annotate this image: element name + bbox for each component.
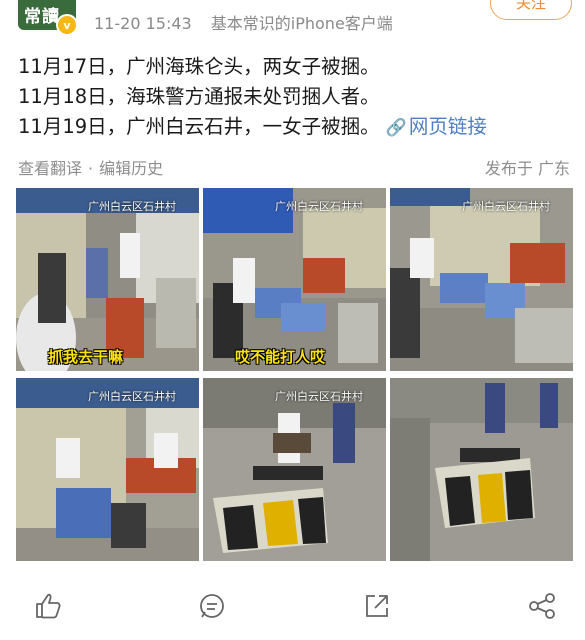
post-content: 11月17日，广州海珠仑头，两女子被捆。 11月18日，海珠警方通报未处罚捆人者…: [18, 52, 487, 143]
image-scene-1: [16, 188, 199, 371]
post-meta: 11-20 15:43 基本常识的iPhone客户端: [94, 10, 393, 34]
image-watermark: 广州白云区石井村: [88, 200, 176, 213]
image-caption: 抓我去干嘛: [48, 348, 124, 366]
post-image-1[interactable]: 广州白云区石井村 抓我去干嘛: [16, 188, 199, 371]
image-scene-3: [390, 188, 573, 371]
like-icon[interactable]: [31, 590, 63, 622]
post-line: 11月19日，广州白云石井，一女子被捆。 🔗 网页链接: [18, 112, 487, 143]
post-subbar: 查看翻译 · 编辑历史 发布于 广东: [18, 155, 570, 179]
post-image-4[interactable]: 广州白云区石井村: [16, 378, 199, 561]
web-link[interactable]: 🔗 网页链接: [386, 115, 487, 138]
follow-button[interactable]: 关注: [490, 0, 572, 20]
web-link-label: 网页链接: [408, 115, 487, 138]
image-scene-5: [203, 378, 386, 561]
post-time: 11-20 15:43: [94, 14, 192, 33]
post-source: 基本常识的iPhone客户端: [210, 14, 393, 33]
image-scene-2: [203, 188, 386, 371]
image-scene-4: [16, 378, 199, 561]
more-share-icon[interactable]: [526, 590, 558, 622]
separator: ·: [88, 159, 94, 178]
image-caption: 哎不能打人哎: [235, 348, 326, 366]
edit-history-link[interactable]: 编辑历史: [99, 159, 163, 178]
post-line: 11月17日，广州海珠仑头，两女子被捆。: [18, 55, 380, 78]
avatar-text: 常讀: [24, 7, 60, 27]
image-watermark: 广州白云区石井村: [275, 200, 363, 213]
post-image-3[interactable]: 广州白云区石井村: [390, 188, 573, 371]
image-scene-6: [390, 378, 573, 561]
published-location: 发布于 广东: [484, 159, 570, 178]
comment-icon[interactable]: [196, 590, 228, 622]
image-watermark: 广州白云区石井村: [275, 390, 363, 403]
post-header: 常讀 v 11-20 15:43 基本常识的iPhone客户端 关注: [0, 0, 585, 40]
view-translation-link[interactable]: 查看翻译: [18, 159, 82, 178]
share-icon[interactable]: [361, 590, 393, 622]
post-image-2[interactable]: 广州白云区石井村 哎不能打人哎: [203, 188, 386, 371]
post-image-6[interactable]: [390, 378, 573, 561]
image-watermark: 广州白云区石井村: [88, 390, 176, 403]
post-line: 11月18日，海珠警方通报未处罚捆人者。: [18, 85, 380, 108]
action-bar: [0, 584, 585, 624]
image-grid: 广州白云区石井村 抓我去干嘛 广州白云区石井村 哎不能打人哎 广州白云区石井村 …: [16, 188, 573, 563]
post-image-5[interactable]: 广州白云区石井村: [203, 378, 386, 561]
post-line-text: 11月19日，广州白云石井，一女子被捆。: [18, 115, 380, 138]
verified-badge-icon: v: [56, 14, 78, 36]
image-watermark: 广州白云区石井村: [462, 200, 550, 213]
link-icon: 🔗: [385, 118, 407, 138]
